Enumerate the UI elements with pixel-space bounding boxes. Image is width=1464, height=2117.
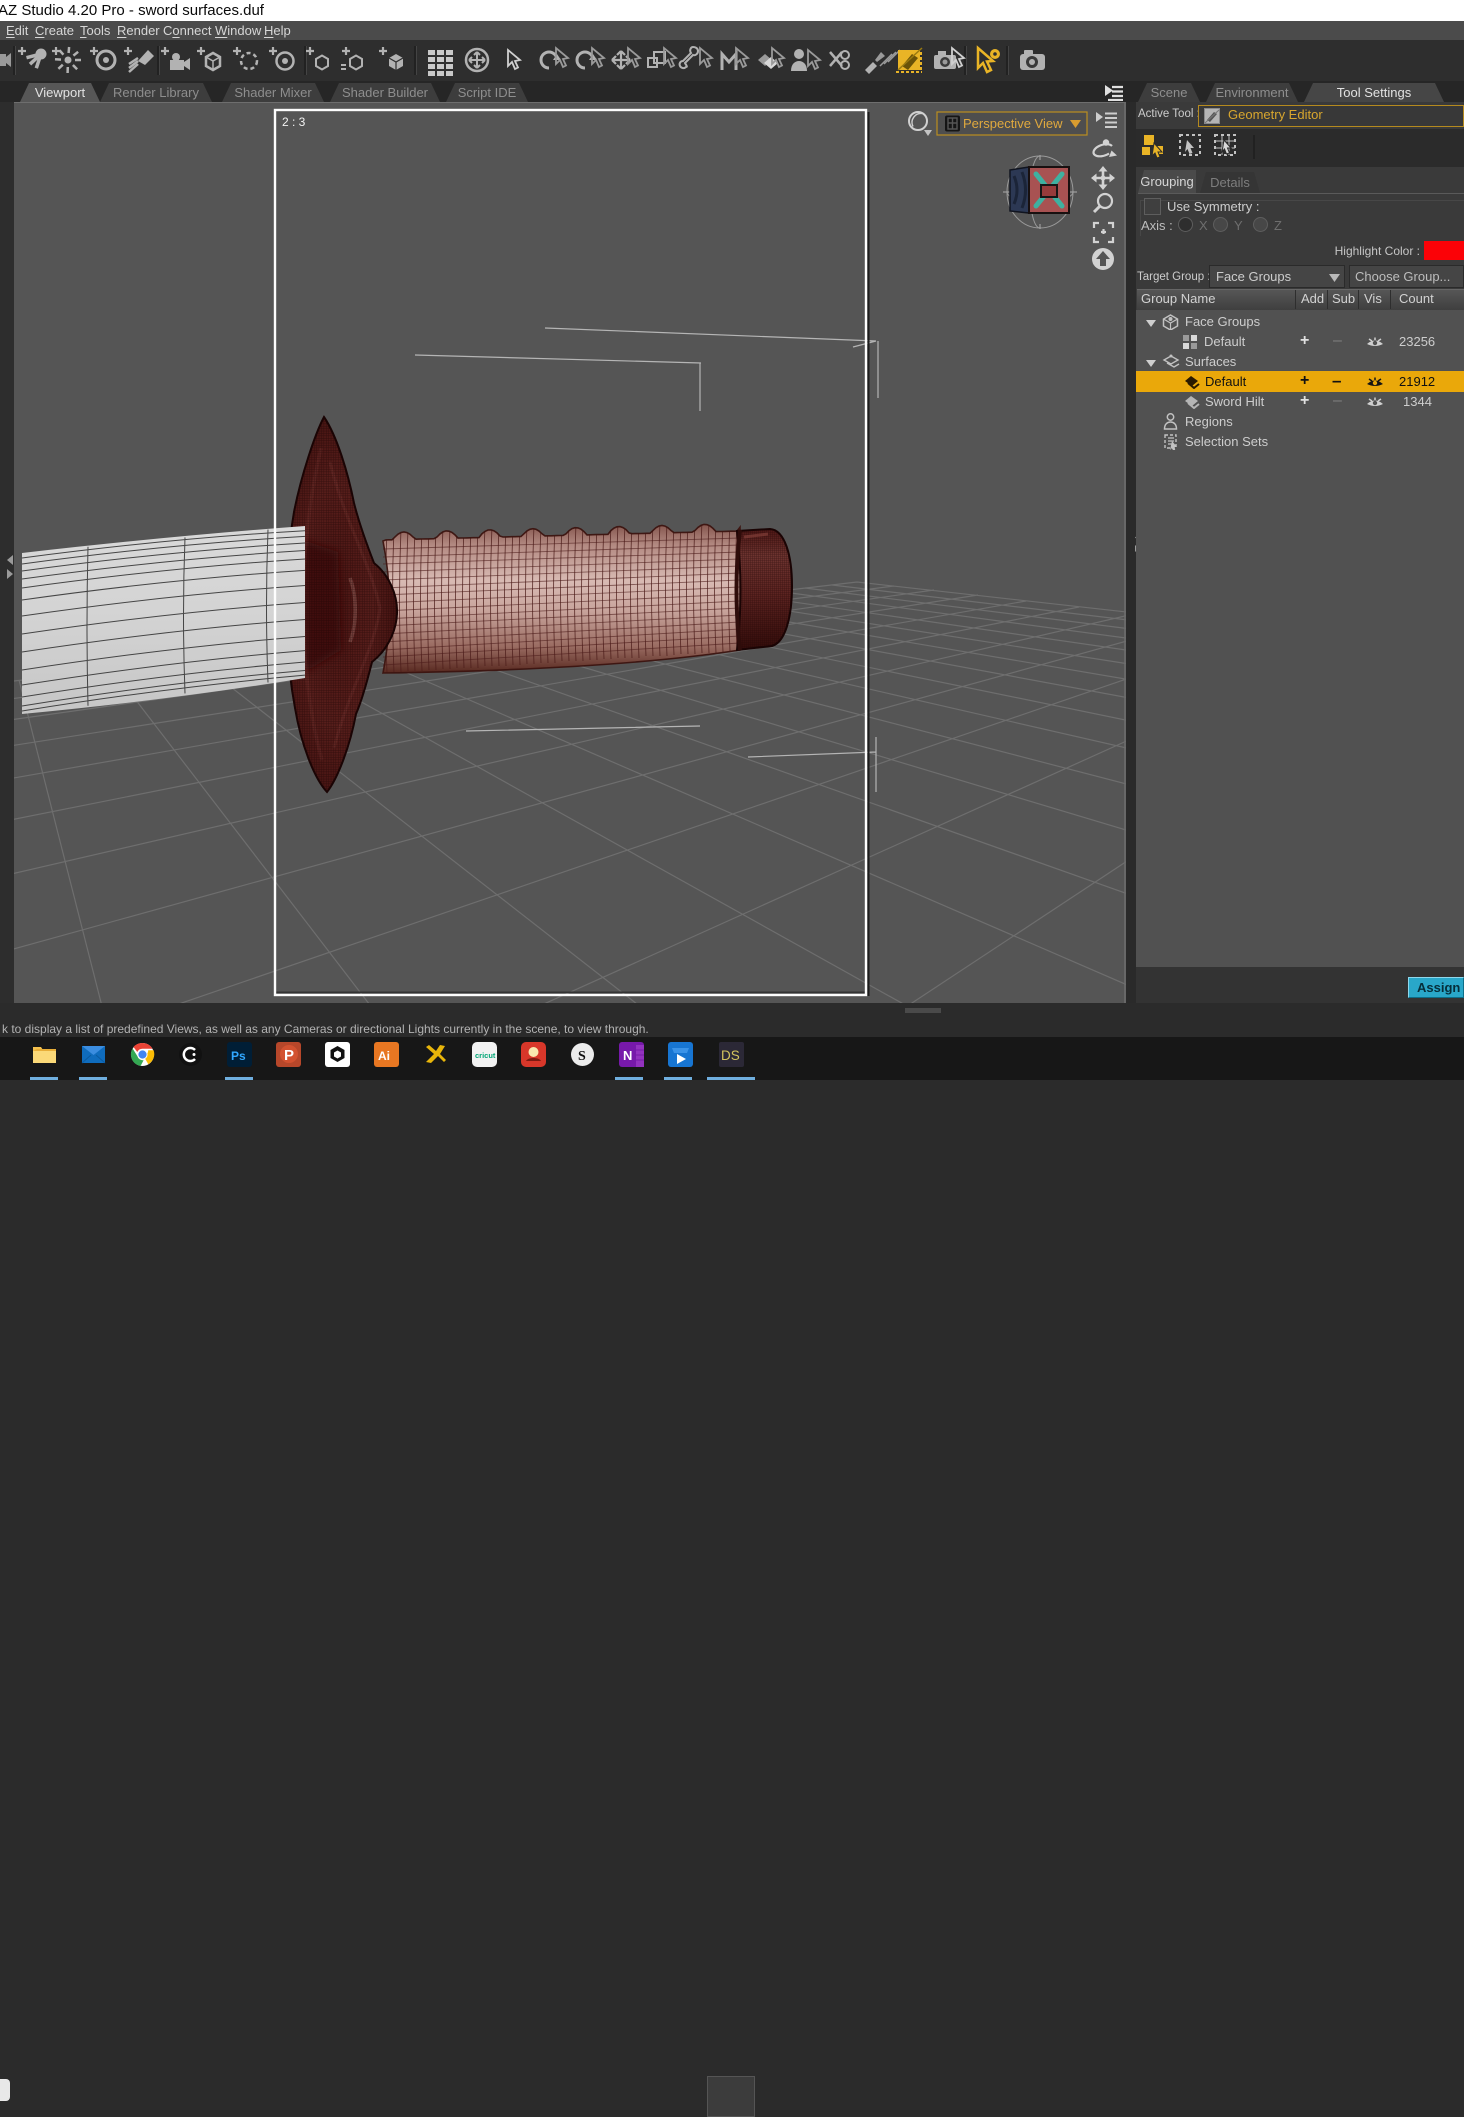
svg-text:cricut: cricut [475, 1051, 496, 1060]
svg-text:2 : 3: 2 : 3 [282, 115, 306, 129]
svg-text:Ps: Ps [231, 1049, 246, 1063]
svg-text:Ai: Ai [378, 1049, 390, 1063]
svg-text:DS: DS [721, 1048, 740, 1063]
svg-text:S: S [578, 1049, 586, 1064]
svg-text:P: P [284, 1047, 294, 1064]
svg-text:N: N [623, 1048, 632, 1063]
svg-text:Perspective View: Perspective View [963, 116, 1063, 131]
